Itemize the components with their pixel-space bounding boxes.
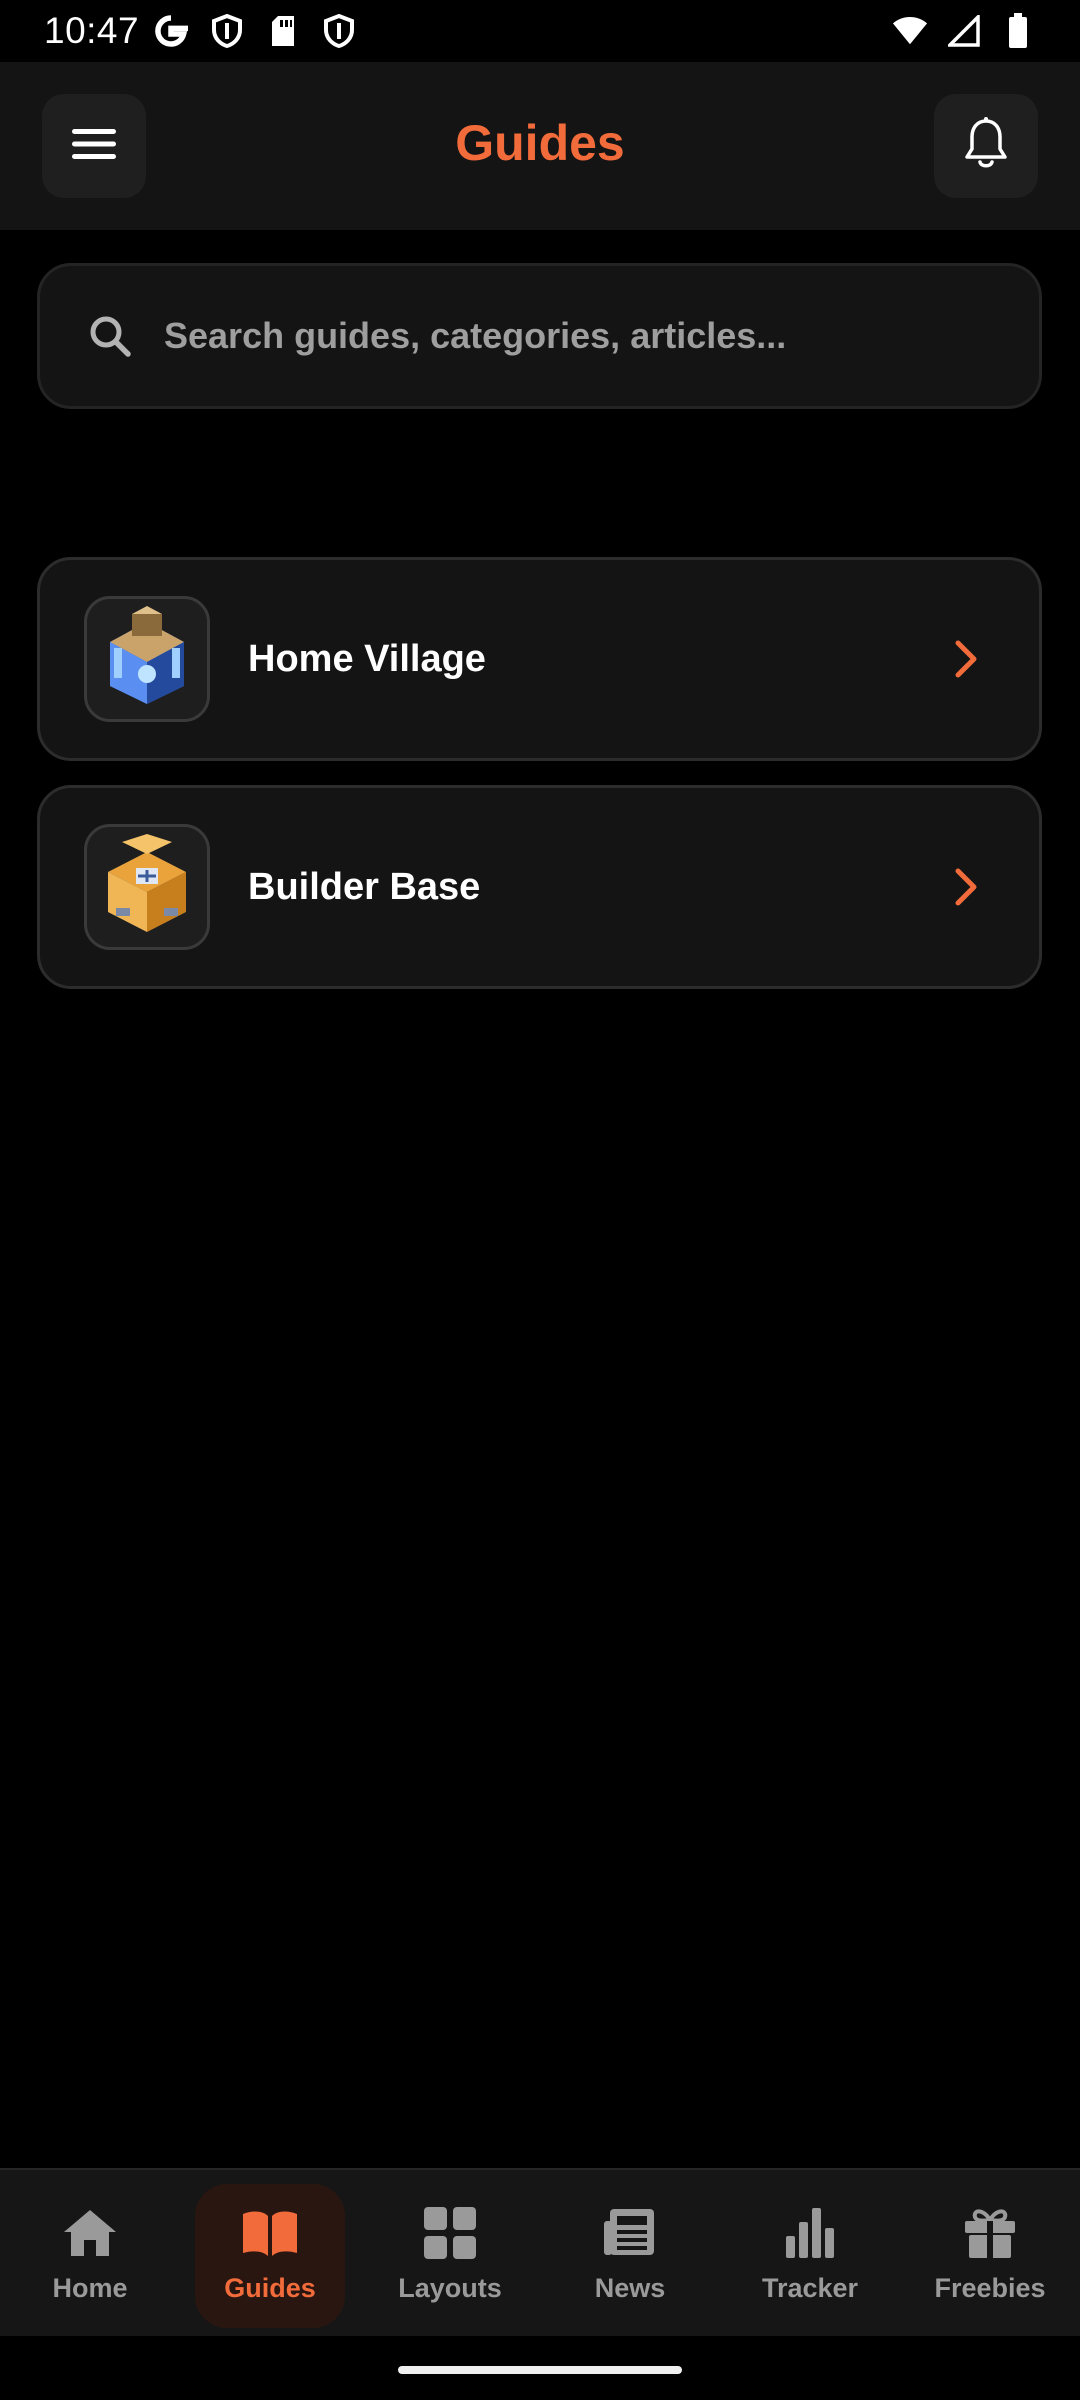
nav-item-news[interactable]: News	[540, 2170, 720, 2336]
nav-item-freebies[interactable]: Freebies	[900, 2170, 1080, 2336]
nav-label: Freebies	[934, 2272, 1046, 2303]
nav-item-guides[interactable]: Guides	[180, 2170, 360, 2336]
status-time: 10:47	[44, 10, 140, 51]
google-g-icon	[153, 13, 189, 49]
cell-signal-icon	[946, 13, 982, 49]
builder-hall-image	[84, 824, 210, 950]
nav-label: Home	[52, 2272, 128, 2303]
battery-icon	[1000, 13, 1036, 49]
status-notification-icons	[153, 13, 357, 49]
nav-label: Guides	[224, 2272, 316, 2303]
shield-icon	[321, 13, 357, 49]
guide-category-list: Home Village Builder Base	[37, 557, 1042, 1013]
chevron-right-icon	[941, 862, 991, 912]
bell-icon	[963, 116, 1009, 176]
category-label: Home Village	[248, 637, 486, 680]
status-bar: 10:47	[0, 0, 1080, 62]
search-bar[interactable]	[37, 263, 1042, 409]
category-card-home-village[interactable]: Home Village	[37, 557, 1042, 761]
page-title: Guides	[455, 115, 625, 171]
nav-label: News	[594, 2272, 666, 2303]
sd-card-icon	[265, 13, 301, 49]
home-icon	[60, 2203, 120, 2263]
home-gesture-handle[interactable]	[398, 2366, 682, 2374]
gesture-navigation-area	[0, 2336, 1080, 2400]
nav-label: Layouts	[398, 2272, 502, 2303]
shield-icon	[209, 13, 245, 49]
bottom-navigation: Home Guides Layouts News Tracker Freebie…	[0, 2168, 1080, 2336]
nav-item-home[interactable]: Home	[0, 2170, 180, 2336]
grid-icon	[420, 2203, 480, 2263]
search-input[interactable]	[164, 315, 1039, 357]
nav-label: Tracker	[761, 2272, 859, 2303]
book-icon	[240, 2203, 300, 2263]
status-system-icons	[892, 13, 1036, 49]
notifications-button[interactable]	[934, 94, 1038, 198]
search-icon	[86, 312, 134, 360]
bar-chart-icon	[780, 2203, 840, 2263]
nav-item-layouts[interactable]: Layouts	[360, 2170, 540, 2336]
gift-icon	[960, 2203, 1020, 2263]
newspaper-icon	[600, 2203, 660, 2263]
nav-item-tracker[interactable]: Tracker	[720, 2170, 900, 2336]
category-card-builder-base[interactable]: Builder Base	[37, 785, 1042, 989]
category-label: Builder Base	[248, 865, 481, 908]
wifi-icon	[892, 13, 928, 49]
town-hall-image	[84, 596, 210, 722]
app-bar: Guides	[0, 62, 1080, 230]
chevron-right-icon	[941, 634, 991, 684]
